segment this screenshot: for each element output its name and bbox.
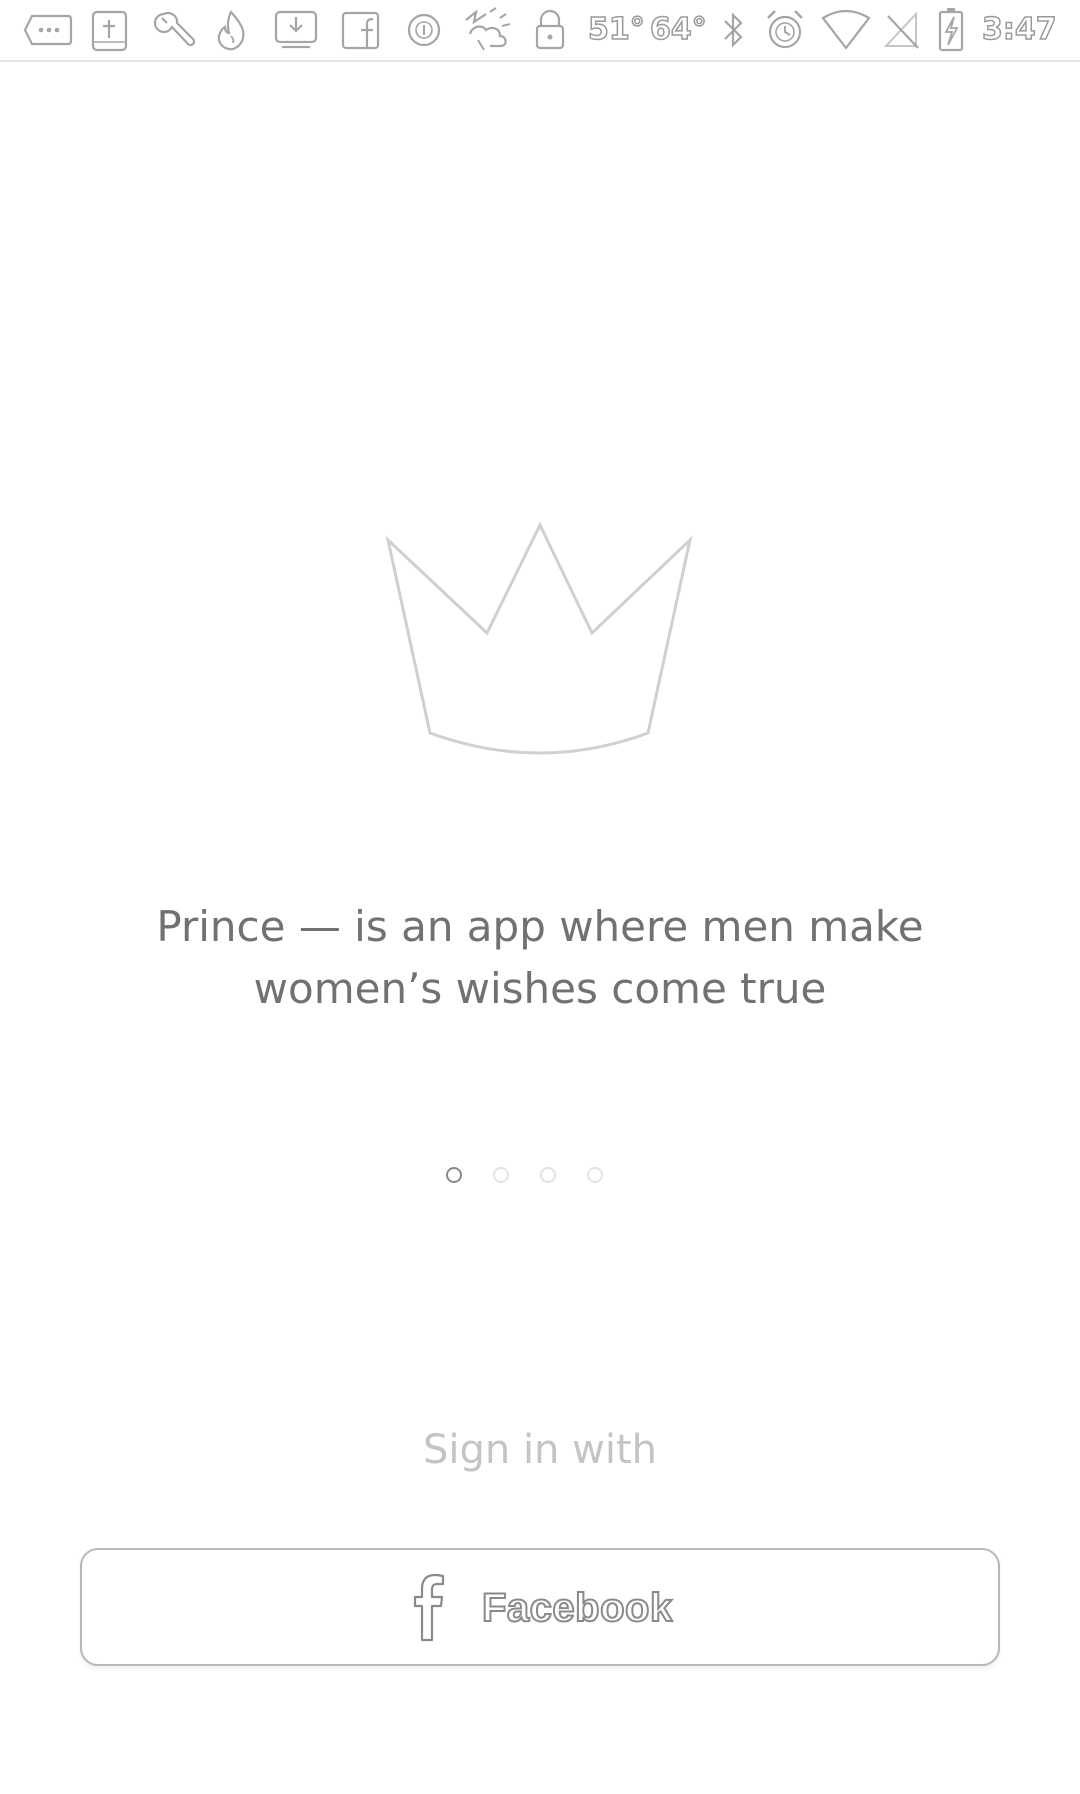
more-notifications-icon [22,0,74,60]
bible-app-icon [90,0,130,60]
crown-icon [385,521,693,755]
page-indicator [440,1165,640,1189]
page-dot-4[interactable] [587,1167,603,1183]
status-bar: 51° 64° 3:47 [0,0,1080,62]
circle-info-icon [404,0,444,60]
high-temperature: 64° [649,11,707,48]
facebook-icon [340,0,382,60]
lock-icon [532,0,568,60]
page-dot-2[interactable] [493,1167,509,1183]
inbox-download-icon [272,0,322,60]
bluetooth-icon [718,0,748,60]
tinder-flame-icon [214,0,248,60]
current-temperature: 51° [587,11,645,48]
headline-line-1: Prince — is an app where men make [156,902,924,951]
page-dot-3[interactable] [540,1167,556,1183]
no-signal-icon [880,0,924,60]
intro-headline: Prince — is an app where men make women’… [60,896,1020,1020]
headline-line-2: women’s wishes come true [253,964,827,1013]
sign-in-label: Sign in with [422,1427,657,1473]
battery-charging-icon [936,0,966,60]
page-dot-1[interactable] [446,1167,462,1183]
weather-icon [460,0,516,60]
clock-time: 3:47 [981,11,1057,48]
wrench-icon [150,0,198,60]
alarm-icon [762,0,808,60]
wifi-icon [820,0,872,60]
facebook-sign-in-button[interactable]: Facebook [80,1548,1000,1666]
facebook-f-icon [413,1573,445,1642]
facebook-button-label: Facebook [481,1585,673,1631]
